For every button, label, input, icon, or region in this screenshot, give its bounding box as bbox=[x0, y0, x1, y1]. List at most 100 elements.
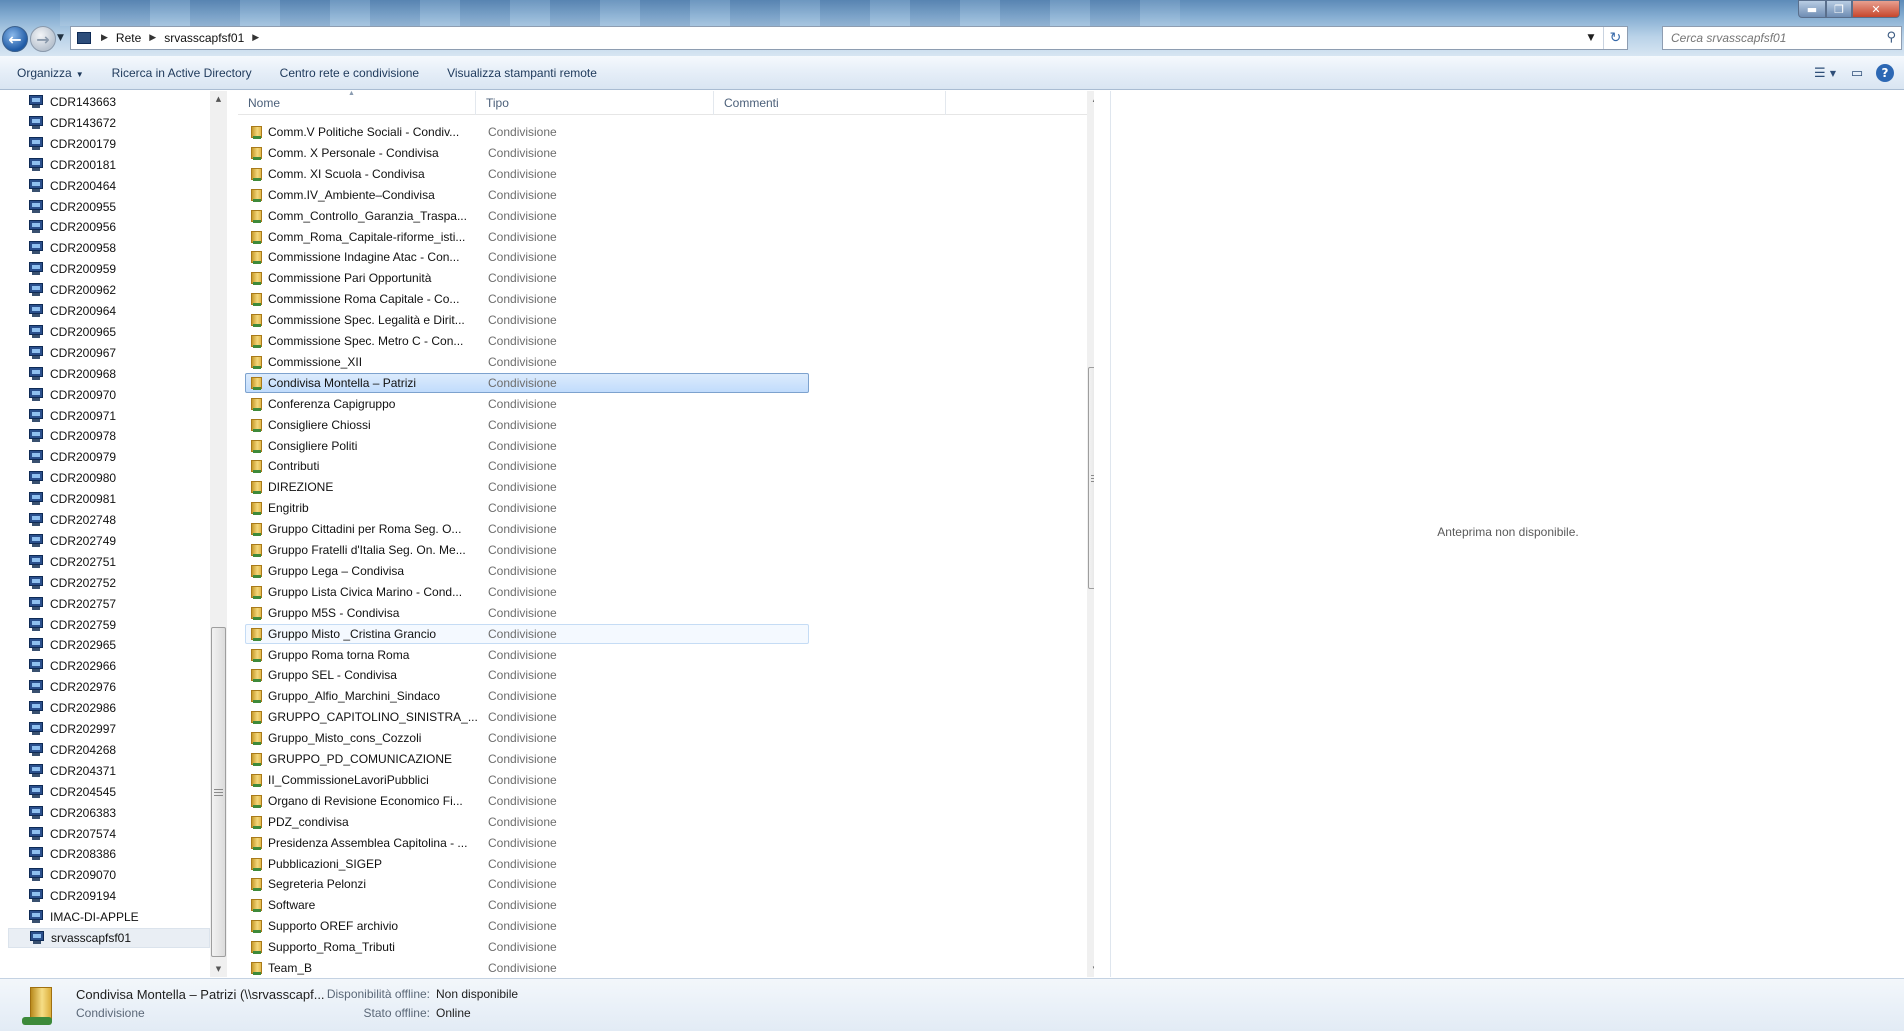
nav-item[interactable]: CDR204371 bbox=[28, 761, 210, 781]
search-icon[interactable]: ⚲ bbox=[1886, 30, 1896, 45]
nav-item[interactable]: CDR200971 bbox=[28, 406, 210, 426]
nav-item[interactable]: CDR200979 bbox=[28, 447, 210, 467]
nav-item[interactable]: CDR207574 bbox=[28, 824, 210, 844]
scroll-down-arrow[interactable]: ▼ bbox=[210, 961, 227, 977]
nav-item[interactable]: CDR209070 bbox=[28, 865, 210, 885]
nav-item[interactable]: CDR200970 bbox=[28, 385, 210, 405]
file-row[interactable]: Comm_Roma_Capitale-riforme_isti... Condiv… bbox=[245, 227, 809, 247]
nav-item[interactable]: CDR204545 bbox=[28, 782, 210, 802]
nav-item[interactable]: CDR200179 bbox=[28, 134, 210, 154]
file-row[interactable]: Conferenza Capigruppo Condivisione bbox=[245, 394, 809, 414]
nav-item[interactable]: CDR209194 bbox=[28, 886, 210, 906]
column-name[interactable]: ▲ Nome bbox=[238, 91, 476, 115]
nav-item[interactable]: CDR202751 bbox=[28, 552, 210, 572]
nav-item[interactable]: CDR200964 bbox=[28, 301, 210, 321]
close-button[interactable]: ✕ bbox=[1852, 0, 1900, 18]
file-row[interactable]: GRUPPO_CAPITOLINO_SINISTRA_... Condivisio… bbox=[245, 707, 809, 727]
address-history-dropdown[interactable]: ▼ bbox=[1581, 27, 1601, 49]
file-row[interactable]: Gruppo Fratelli d'Italia Seg. On. Me... C… bbox=[245, 540, 809, 560]
scroll-up-arrow[interactable]: ▲ bbox=[1087, 91, 1094, 107]
remote-printers-button[interactable]: Visualizza stampanti remote bbox=[433, 66, 611, 80]
view-options-icon[interactable]: ☰ ▼ bbox=[1812, 62, 1838, 84]
nav-item[interactable]: CDR202752 bbox=[28, 573, 210, 593]
maximize-button[interactable]: ❐ bbox=[1826, 0, 1852, 18]
file-row[interactable]: DIREZIONE Condivisione bbox=[245, 477, 809, 497]
nav-item[interactable]: CDR200962 bbox=[28, 280, 210, 300]
list-scrollbar[interactable]: ▲ ▼ bbox=[1087, 91, 1094, 977]
file-row[interactable]: Condivisa Montella – Patrizi Condivisione bbox=[245, 373, 809, 393]
breadcrumb-server[interactable]: srvasscapfsf01 bbox=[164, 31, 244, 45]
file-row[interactable]: Gruppo M5S - Condivisa Condivisione bbox=[245, 603, 809, 623]
nav-item[interactable]: CDR202997 bbox=[28, 719, 210, 739]
nav-item[interactable]: CDR202986 bbox=[28, 698, 210, 718]
file-row[interactable]: Pubblicazioni_SIGEP Condivisione bbox=[245, 854, 809, 874]
column-comments[interactable]: Commenti bbox=[714, 91, 946, 115]
file-row[interactable]: Comm. XI Scuola - Condivisa Condivisione bbox=[245, 164, 809, 184]
file-row[interactable]: Team_B Condivisione bbox=[245, 958, 809, 977]
file-row[interactable]: Supporto_Roma_Tributi Condivisione bbox=[245, 937, 809, 957]
file-row[interactable]: Commissione Pari Opportunità Condivisione bbox=[245, 268, 809, 288]
file-row[interactable]: PDZ_condivisa Condivisione bbox=[245, 812, 809, 832]
nav-item[interactable]: CDR143663 bbox=[28, 92, 210, 112]
nav-item[interactable]: CDR200958 bbox=[28, 238, 210, 258]
help-icon[interactable]: ? bbox=[1876, 64, 1894, 82]
breadcrumb-network[interactable]: Rete bbox=[116, 31, 141, 45]
file-row[interactable]: Gruppo Lista Civica Marino - Cond... Cond… bbox=[245, 582, 809, 602]
nav-item[interactable]: IMAC-DI-APPLE bbox=[28, 907, 210, 927]
nav-item[interactable]: CDR202759 bbox=[28, 615, 210, 635]
back-button[interactable]: ← bbox=[2, 26, 28, 52]
file-row[interactable]: GRUPPO_PD_COMUNICAZIONE Condivisione bbox=[245, 749, 809, 769]
nav-item[interactable]: CDR200978 bbox=[28, 426, 210, 446]
file-row[interactable]: Supporto OREF archivio Condivisione bbox=[245, 916, 809, 936]
file-row[interactable]: Organo di Revisione Economico Fi... Condi… bbox=[245, 791, 809, 811]
scroll-down-arrow[interactable]: ▼ bbox=[1087, 961, 1094, 977]
nav-item[interactable]: CDR202966 bbox=[28, 656, 210, 676]
minimize-button[interactable]: ▬ bbox=[1798, 0, 1826, 18]
file-row[interactable]: Consigliere Chiossi Condivisione bbox=[245, 415, 809, 435]
file-row[interactable]: Segreteria Pelonzi Condivisione bbox=[245, 874, 809, 894]
nav-item[interactable]: CDR200464 bbox=[28, 176, 210, 196]
refresh-button[interactable]: ↻ bbox=[1603, 27, 1627, 49]
file-row[interactable]: Comm.V Politiche Sociali - Condiv... Cond… bbox=[245, 122, 809, 142]
nav-scrollbar[interactable]: ▲ ▼ bbox=[210, 91, 227, 977]
nav-item[interactable]: CDR200980 bbox=[28, 468, 210, 488]
search-input[interactable] bbox=[1671, 31, 1871, 45]
file-row[interactable]: Commissione_XII Condivisione bbox=[245, 352, 809, 372]
file-row[interactable]: Presidenza Assemblea Capitolina - ... Con… bbox=[245, 833, 809, 853]
file-row[interactable]: Commissione Indagine Atac - Con... Condiv… bbox=[245, 247, 809, 267]
file-row[interactable]: Comm. X Personale - Condivisa Condivision… bbox=[245, 143, 809, 163]
file-row[interactable]: Consigliere Politi Condivisione bbox=[245, 436, 809, 456]
scroll-thumb[interactable] bbox=[1088, 367, 1094, 589]
nav-item[interactable]: CDR202757 bbox=[28, 594, 210, 614]
preview-pane-icon[interactable]: ▭ bbox=[1844, 62, 1870, 84]
nav-item[interactable]: CDR202748 bbox=[28, 510, 210, 530]
network-center-button[interactable]: Centro rete e condivisione bbox=[266, 66, 433, 80]
file-row[interactable]: Gruppo Lega – Condivisa Condivisione bbox=[245, 561, 809, 581]
nav-item[interactable]: CDR200967 bbox=[28, 343, 210, 363]
file-row[interactable]: Gruppo Roma torna Roma Condivisione bbox=[245, 645, 809, 665]
file-row[interactable]: Commissione Roma Capitale - Co... Condivi… bbox=[245, 289, 809, 309]
search-box[interactable]: ⚲ bbox=[1662, 26, 1902, 50]
recent-pages-dropdown[interactable]: ▼ bbox=[57, 33, 67, 45]
address-bar[interactable]: ▶ Rete ▶ srvasscapfsf01 ▶ ▼ ↻ bbox=[70, 26, 1628, 50]
file-row[interactable]: Engitrib Condivisione bbox=[245, 498, 809, 518]
file-row[interactable]: Comm.IV_Ambiente–Condivisa Condivisione bbox=[245, 185, 809, 205]
nav-item[interactable]: CDR143672 bbox=[28, 113, 210, 133]
file-row[interactable]: Gruppo Misto _Cristina Grancio Condivisio… bbox=[245, 624, 809, 644]
nav-item[interactable]: CDR200959 bbox=[28, 259, 210, 279]
organize-menu[interactable]: Organizza ▼ bbox=[0, 66, 98, 80]
nav-item[interactable]: CDR200981 bbox=[28, 489, 210, 509]
file-row[interactable]: II_CommissioneLavoriPubblici Condivisione bbox=[245, 770, 809, 790]
file-row[interactable]: Gruppo_Misto_cons_Cozzoli Condivisione bbox=[245, 728, 809, 748]
file-row[interactable]: Comm_Controllo_Garanzia_Traspa... Condivi… bbox=[245, 206, 809, 226]
chevron-right-icon[interactable]: ▶ bbox=[101, 33, 108, 43]
file-row[interactable]: Contributi Condivisione bbox=[245, 456, 809, 476]
file-row[interactable]: Software Condivisione bbox=[245, 895, 809, 915]
nav-item[interactable]: CDR200968 bbox=[28, 364, 210, 384]
column-type[interactable]: Tipo bbox=[476, 91, 714, 115]
scroll-up-arrow[interactable]: ▲ bbox=[210, 91, 227, 107]
nav-item[interactable]: CDR200181 bbox=[28, 155, 210, 175]
active-directory-button[interactable]: Ricerca in Active Directory bbox=[98, 66, 266, 80]
nav-item[interactable]: CDR202976 bbox=[28, 677, 210, 697]
chevron-right-icon[interactable]: ▶ bbox=[252, 33, 259, 43]
